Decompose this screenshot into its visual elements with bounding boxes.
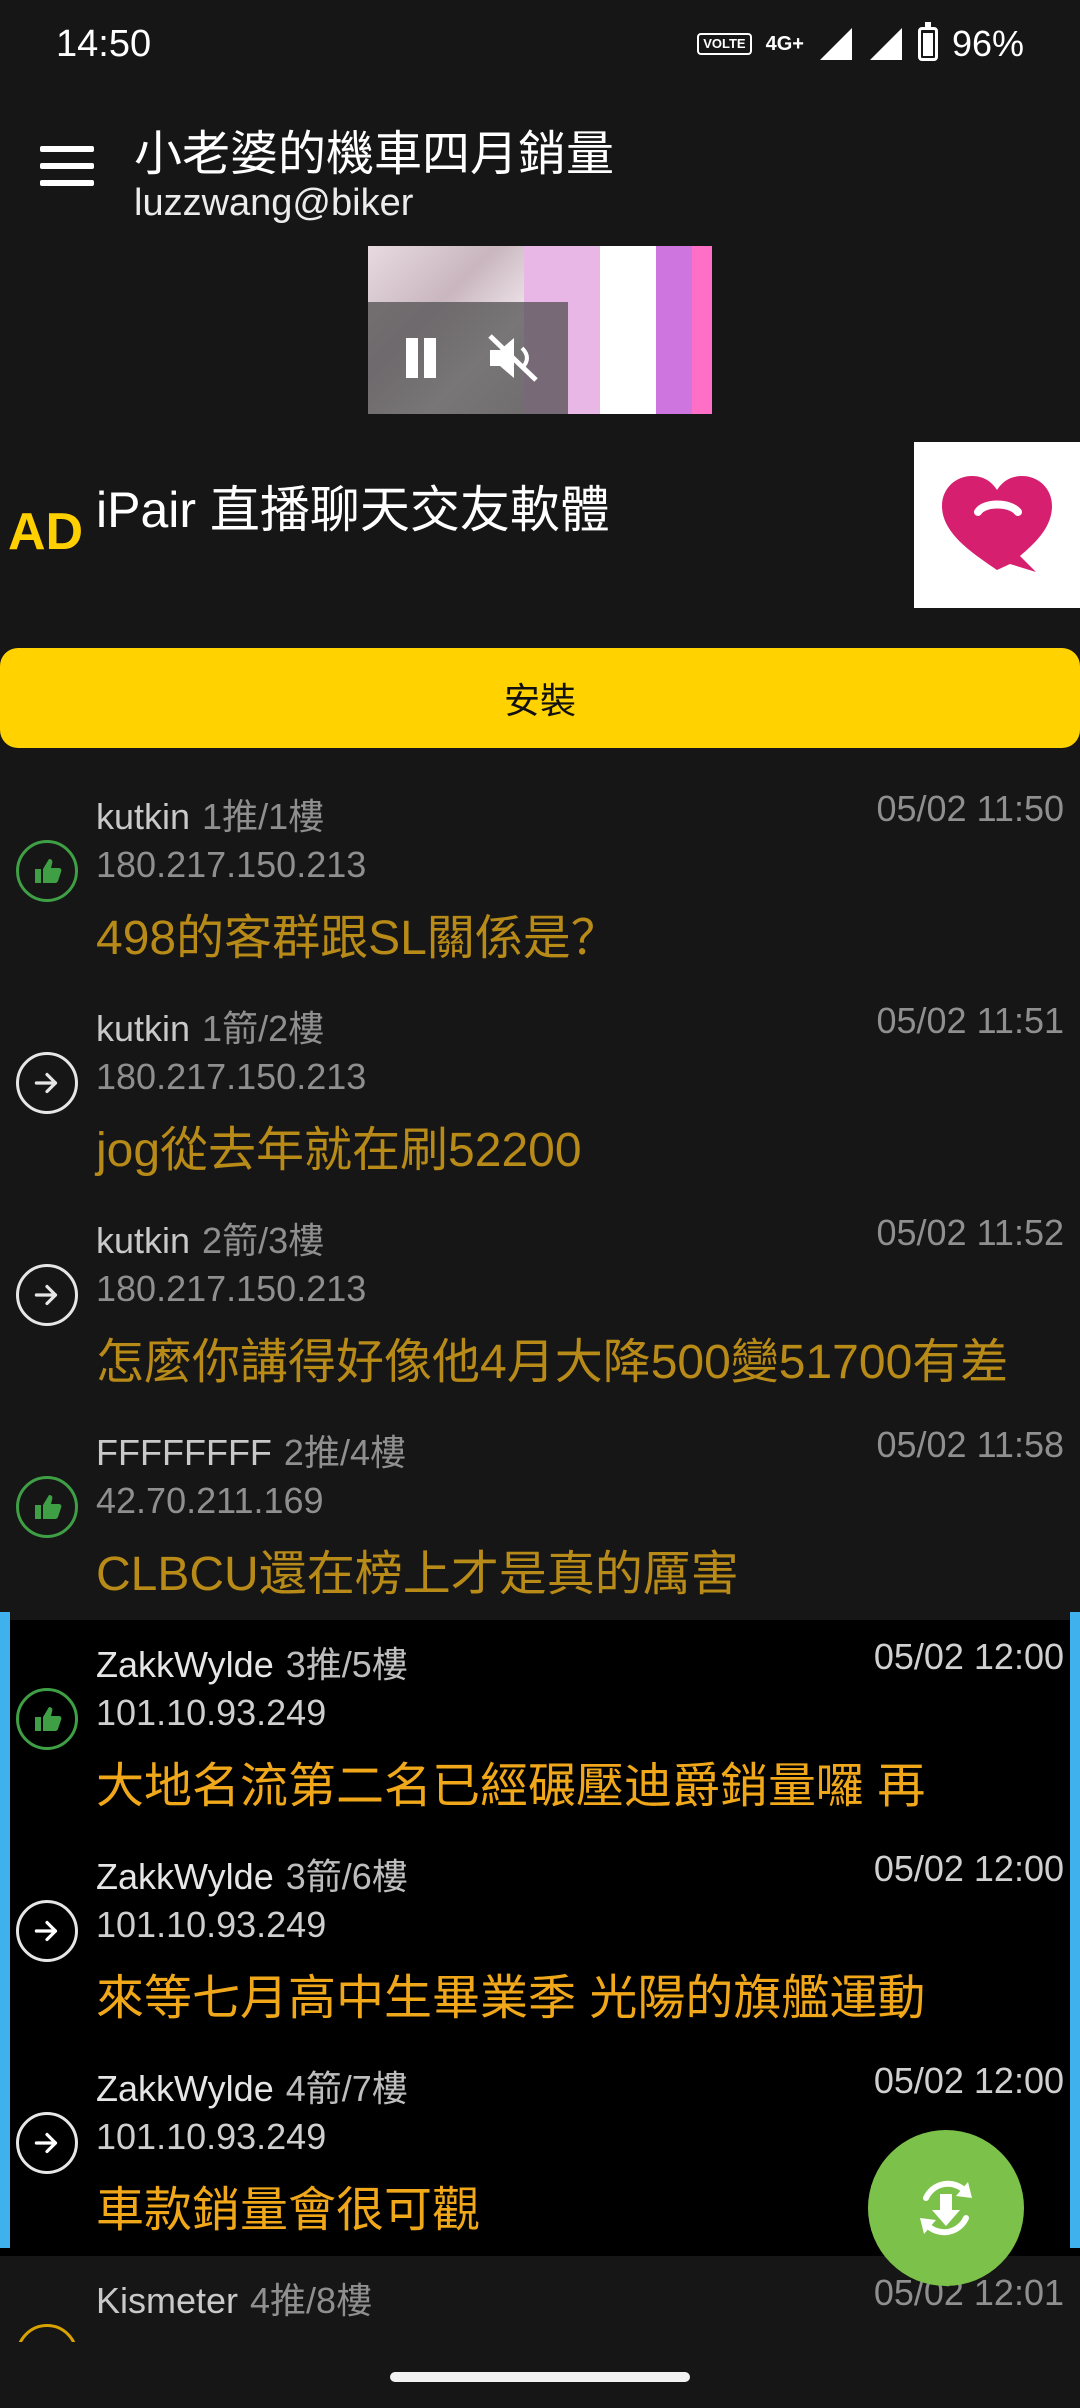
ad-text[interactable]: iPair 直播聊天交友軟體 — [96, 470, 610, 542]
refresh-fab[interactable] — [868, 2130, 1024, 2286]
network-type-icon: 4G+ — [765, 33, 804, 55]
comment-ip: 180.217.150.213 — [96, 1056, 367, 1097]
home-gesture-bar[interactable] — [390, 2372, 690, 2382]
video-controls — [368, 302, 568, 414]
comment-ip: 42.70.211.169 — [96, 1480, 324, 1521]
comment-time: 05/02 11:50 — [876, 788, 1064, 829]
comment-ip: 101.10.93.249 — [96, 2116, 327, 2157]
comment-row-highlighted[interactable]: ZakkWylde 3推/5樓 05/02 12:00 101.10.93.249… — [0, 1620, 1080, 1832]
comment-row[interactable]: kutkin 2箭/3樓 05/02 11:52 180.217.150.213 … — [0, 1196, 1080, 1408]
battery-icon — [917, 22, 938, 61]
comment-time: 05/02 11:52 — [876, 1212, 1064, 1253]
thumbs-up-icon — [16, 1476, 78, 1538]
highlight-bar-left — [0, 1612, 10, 2248]
volte-icon: VOLTE — [697, 33, 752, 55]
comment-ip: 180.217.150.213 — [96, 1268, 367, 1309]
comment-row-highlighted[interactable]: ZakkWylde 3箭/6樓 05/02 12:00 101.10.93.249… — [0, 1832, 1080, 2044]
comment-row[interactable]: kutkin 1箭/2樓 05/02 11:51 180.217.150.213 … — [0, 984, 1080, 1196]
comment-floor: 3推/5樓 — [285, 1644, 408, 1685]
comment-text: 大地名流第二名已經碾壓迪爵銷量囉 再 — [96, 1760, 926, 1813]
comment-ip: 180.217.150.213 — [96, 844, 367, 885]
battery-level: 96% — [951, 23, 1024, 64]
signal-icon-2 — [869, 28, 902, 60]
comment-user: kutkin 1箭/2樓 — [96, 1008, 325, 1049]
thumbs-up-icon — [16, 1688, 78, 1750]
comment-text: 498的客群跟SL關係是？ — [96, 912, 619, 965]
volume-off-icon[interactable] — [486, 332, 542, 384]
highlight-bar-right — [1070, 1612, 1080, 2248]
status-bar: 14:50 VOLTE 4G+ 96% — [0, 0, 1080, 88]
comment-time: 05/02 11:58 — [876, 1424, 1064, 1465]
pause-icon[interactable] — [404, 338, 442, 378]
comment-time: 05/02 11:51 — [876, 1000, 1064, 1041]
comment-user: kutkin 2箭/3樓 — [96, 1220, 325, 1261]
comment-user: kutkin 1推/1樓 — [96, 796, 325, 837]
comment-user: FFFFFFFF 2推/4樓 — [96, 1432, 406, 1473]
comment-user: ZakkWylde 4箭/7樓 — [96, 2068, 408, 2109]
ad-logo[interactable] — [914, 442, 1080, 608]
install-button[interactable]: 安裝 — [0, 648, 1080, 748]
comment-floor: 4推/8樓 — [250, 2280, 373, 2321]
app-bar: 小老婆的機車四月銷量 luzzwang@biker — [0, 100, 1080, 230]
comment-text: 來等七月高中生畢業季 光陽的旗艦運動 — [96, 1972, 926, 2025]
arrow-right-circle-icon — [16, 2112, 78, 2174]
comment-floor: 4箭/7樓 — [285, 2068, 408, 2109]
comment-floor: 1推/1樓 — [202, 796, 325, 837]
comment-text: 車款銷量會很可觀 — [96, 2184, 481, 2237]
comment-time: 05/02 12:00 — [873, 2060, 1064, 2101]
comment-floor: 3箭/6樓 — [285, 1856, 408, 1897]
system-nav-bar — [0, 2342, 1080, 2408]
comment-row[interactable]: kutkin 1推/1樓 05/02 11:50 180.217.150.213 … — [0, 772, 1080, 984]
comment-user: ZakkWylde 3推/5樓 — [96, 1644, 408, 1685]
comment-time: 05/02 12:00 — [873, 1848, 1064, 1889]
comment-ip: 101.10.93.249 — [96, 1692, 327, 1733]
status-time: 14:50 — [56, 22, 152, 65]
comment-text: 怎麼你講得好像他4月大降500變51700有差 — [96, 1336, 1009, 1389]
status-icons: VOLTE 4G+ 96% — [697, 22, 1024, 65]
comment-time: 05/02 12:00 — [873, 1636, 1064, 1677]
comment-user: ZakkWylde 3箭/6樓 — [96, 1856, 408, 1897]
comment-user: Kismeter 4推/8樓 — [96, 2280, 373, 2321]
ad-video[interactable] — [368, 246, 712, 414]
comment-row[interactable]: FFFFFFFF 2推/4樓 05/02 11:58 42.70.211.169 … — [0, 1408, 1080, 1620]
hamburger-icon[interactable] — [40, 146, 94, 186]
comment-floor: 2箭/3樓 — [202, 1220, 325, 1261]
signal-icon — [819, 28, 852, 60]
comment-text: jog從去年就在刷52200 — [96, 1124, 582, 1177]
ad-label: AD — [8, 503, 84, 561]
page-subtitle: luzzwang@biker — [134, 182, 414, 224]
page-title: 小老婆的機車四月銷量 — [134, 128, 615, 181]
comment-text: CLBCU還在榜上才是真的厲害 — [96, 1548, 739, 1601]
arrow-right-circle-icon — [16, 1052, 78, 1114]
heart-chat-icon — [942, 476, 1052, 572]
arrow-right-circle-icon — [16, 1264, 78, 1326]
thumbs-up-icon — [16, 840, 78, 902]
arrow-right-circle-icon — [16, 1900, 78, 1962]
refresh-download-icon — [920, 2180, 972, 2236]
comment-floor: 1箭/2樓 — [202, 1008, 325, 1049]
comment-ip: 101.10.93.249 — [96, 1904, 327, 1945]
comment-floor: 2推/4樓 — [283, 1432, 406, 1473]
